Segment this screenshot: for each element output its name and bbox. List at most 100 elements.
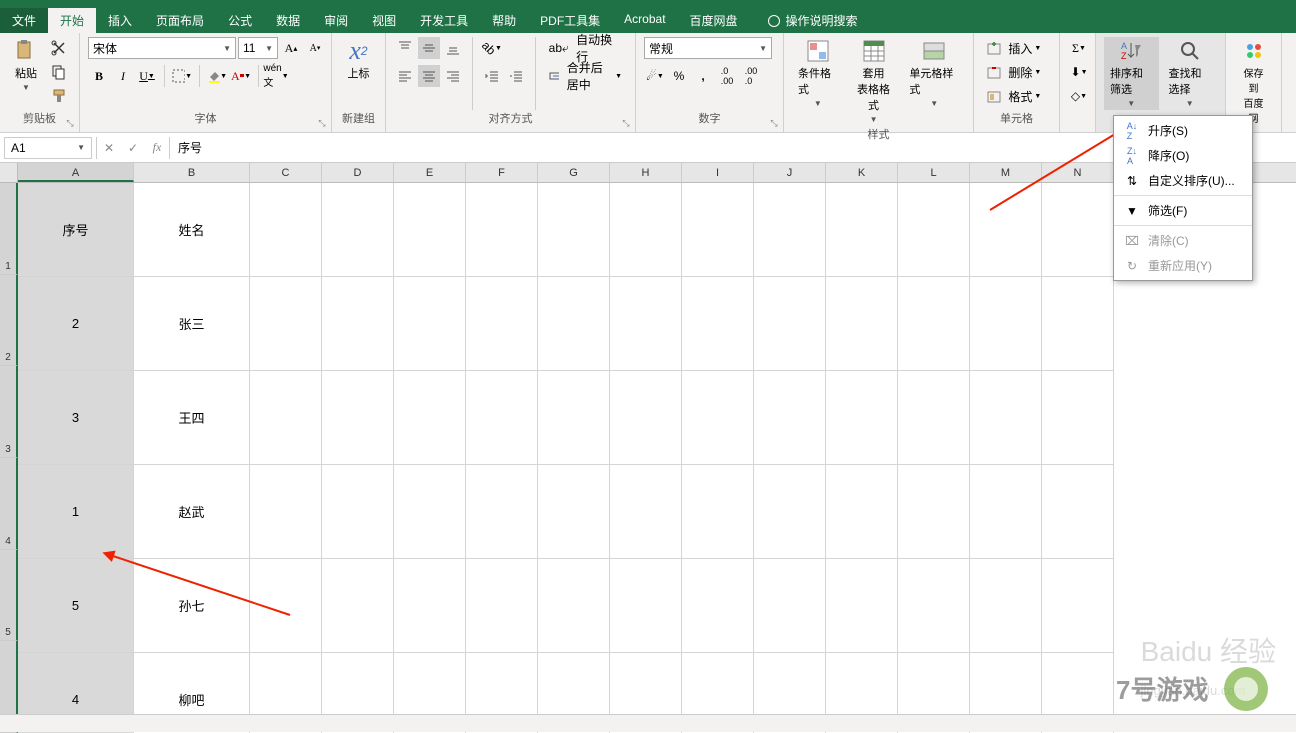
col-header-G[interactable]: G [538, 163, 610, 182]
tab-dev[interactable]: 开发工具 [408, 8, 480, 33]
cell-B4[interactable]: 赵武 [134, 465, 250, 559]
tab-data[interactable]: 数据 [264, 8, 312, 33]
decrease-indent-button[interactable] [481, 65, 503, 87]
cell-C1[interactable] [250, 183, 322, 277]
sort-asc-item[interactable]: A↓Z升序(S) [1114, 118, 1252, 143]
cell-J4[interactable] [754, 465, 826, 559]
cell-B2[interactable]: 张三 [134, 277, 250, 371]
cell-L5[interactable] [898, 559, 970, 653]
copy-button[interactable] [48, 61, 70, 83]
col-header-N[interactable]: N [1042, 163, 1114, 182]
number-dialog-launcher[interactable]: ⤡ [767, 116, 781, 130]
col-header-J[interactable]: J [754, 163, 826, 182]
row-header-1[interactable]: 1 [0, 183, 18, 275]
cell-F3[interactable] [466, 371, 538, 465]
increase-indent-button[interactable] [505, 65, 527, 87]
cell-D5[interactable] [322, 559, 394, 653]
filter-item[interactable]: ▼筛选(F) [1114, 198, 1252, 223]
cut-button[interactable] [48, 37, 70, 59]
cell-K2[interactable] [826, 277, 898, 371]
autosum-button[interactable]: Σ▼ [1068, 37, 1090, 59]
tab-formulas[interactable]: 公式 [216, 8, 264, 33]
cell-M3[interactable] [970, 371, 1042, 465]
cell-I3[interactable] [682, 371, 754, 465]
cell-K3[interactable] [826, 371, 898, 465]
confirm-fx-button[interactable]: ✓ [121, 137, 145, 159]
clipboard-dialog-launcher[interactable]: ⤡ [63, 116, 77, 130]
font-color-button[interactable]: A▼ [230, 65, 252, 87]
delete-cells-button[interactable]: 删除▼ [982, 61, 1046, 83]
row-header-2[interactable]: 2 [0, 275, 18, 367]
sheet-tabs[interactable] [0, 714, 1296, 732]
cell-N5[interactable] [1042, 559, 1114, 653]
cell-F4[interactable] [466, 465, 538, 559]
increase-font-button[interactable]: A▴ [280, 37, 302, 59]
cell-C3[interactable] [250, 371, 322, 465]
col-header-C[interactable]: C [250, 163, 322, 182]
cell-H1[interactable] [610, 183, 682, 277]
align-bottom-button[interactable] [442, 37, 464, 59]
fill-color-button[interactable]: ▼ [206, 65, 228, 87]
cell-N2[interactable] [1042, 277, 1114, 371]
cell-G1[interactable] [538, 183, 610, 277]
cell-E3[interactable] [394, 371, 466, 465]
table-format-button[interactable]: 套用 表格格式▼ [848, 37, 900, 126]
cell-style-button[interactable]: 单元格样式▼ [903, 37, 965, 110]
cell-A2[interactable]: 2 [18, 277, 134, 371]
cell-C5[interactable] [250, 559, 322, 653]
cell-J3[interactable] [754, 371, 826, 465]
align-center-button[interactable] [418, 65, 440, 87]
row-header-4[interactable]: 4 [0, 458, 18, 550]
merge-center-button[interactable]: 合并后居中▼ [544, 65, 627, 87]
font-size-combo[interactable]: 11▼ [238, 37, 278, 59]
accounting-format-button[interactable]: ☄▼ [644, 65, 666, 87]
cell-D4[interactable] [322, 465, 394, 559]
cell-N4[interactable] [1042, 465, 1114, 559]
conditional-format-button[interactable]: 条件格式▼ [792, 37, 844, 110]
phonetic-button[interactable]: wén文▼ [265, 65, 287, 87]
cell-J2[interactable] [754, 277, 826, 371]
tab-insert[interactable]: 插入 [96, 8, 144, 33]
cell-F2[interactable] [466, 277, 538, 371]
cell-A4[interactable]: 1 [18, 465, 134, 559]
cell-B5[interactable]: 孙七 [134, 559, 250, 653]
row-header-5[interactable]: 5 [0, 550, 18, 642]
insert-cells-button[interactable]: 插入▼ [982, 37, 1046, 59]
cell-G4[interactable] [538, 465, 610, 559]
fill-button[interactable]: ⬇▼ [1068, 61, 1090, 83]
tab-file[interactable]: 文件 [0, 8, 48, 33]
font-name-combo[interactable]: 宋体▼ [88, 37, 236, 59]
tell-me-search[interactable]: 操作说明搜索 [758, 8, 868, 33]
col-header-F[interactable]: F [466, 163, 538, 182]
cell-D3[interactable] [322, 371, 394, 465]
cell-B3[interactable]: 王四 [134, 371, 250, 465]
cell-N3[interactable] [1042, 371, 1114, 465]
tab-acrobat[interactable]: Acrobat [612, 8, 677, 33]
tab-baidu[interactable]: 百度网盘 [678, 8, 750, 33]
col-header-A[interactable]: A [18, 163, 134, 182]
comma-button[interactable]: , [692, 65, 714, 87]
increase-decimal-button[interactable]: .0.00 [716, 65, 738, 87]
cell-E5[interactable] [394, 559, 466, 653]
decrease-decimal-button[interactable]: .00.0 [740, 65, 762, 87]
cell-H3[interactable] [610, 371, 682, 465]
cell-H4[interactable] [610, 465, 682, 559]
col-header-D[interactable]: D [322, 163, 394, 182]
wrap-text-button[interactable]: ab⤶ 自动换行 [544, 37, 627, 59]
cell-E4[interactable] [394, 465, 466, 559]
cell-I5[interactable] [682, 559, 754, 653]
tab-home[interactable]: 开始 [48, 8, 96, 33]
format-painter-button[interactable] [48, 85, 70, 107]
cell-K4[interactable] [826, 465, 898, 559]
name-box[interactable]: A1▼ [4, 137, 92, 159]
cell-J5[interactable] [754, 559, 826, 653]
col-header-M[interactable]: M [970, 163, 1042, 182]
align-right-button[interactable] [442, 65, 464, 87]
cell-H2[interactable] [610, 277, 682, 371]
cell-H5[interactable] [610, 559, 682, 653]
align-dialog-launcher[interactable]: ⤡ [619, 116, 633, 130]
cell-B1[interactable]: 姓名 [134, 183, 250, 277]
cell-A1[interactable]: 序号 [18, 183, 134, 277]
col-header-E[interactable]: E [394, 163, 466, 182]
cell-E1[interactable] [394, 183, 466, 277]
